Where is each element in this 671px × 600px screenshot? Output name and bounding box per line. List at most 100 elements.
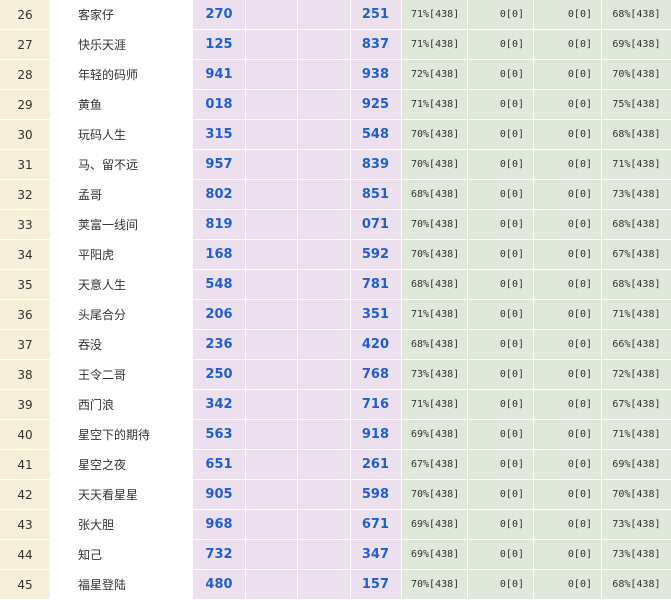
player-name-link[interactable]: 天意人生 <box>51 270 193 300</box>
hit-rate-cell-b: 73%[438] <box>602 180 671 210</box>
hit-rate-cell-b: 75%[438] <box>602 90 671 120</box>
player-name-link[interactable]: 荚富一线间 <box>51 210 193 240</box>
table-row: 30玩码人生31554870%[438]0[0]0[0]68%[438] <box>0 120 671 150</box>
number-cell-b: 592 <box>351 240 402 270</box>
hit-rate-cell-a: 70%[438] <box>402 480 468 510</box>
rank-cell: 33 <box>0 210 51 240</box>
table-row: 27快乐天涯12583771%[438]0[0]0[0]69%[438] <box>0 30 671 60</box>
player-name-link[interactable]: 张大胆 <box>51 510 193 540</box>
zero-count-cell-b: 0[0] <box>534 510 602 540</box>
player-name-link[interactable]: 平阳虎 <box>51 240 193 270</box>
hit-rate-cell-b: 71%[438] <box>602 300 671 330</box>
empty-cell <box>246 540 298 570</box>
player-name-link[interactable]: 王令二哥 <box>51 360 193 390</box>
hit-rate-cell-a: 73%[438] <box>402 360 468 390</box>
hit-rate-cell-b: 68%[438] <box>602 270 671 300</box>
empty-cell <box>298 390 351 420</box>
player-name-link[interactable]: 头尾合分 <box>51 300 193 330</box>
table-row: 32孟哥80285168%[438]0[0]0[0]73%[438] <box>0 180 671 210</box>
zero-count-cell-b: 0[0] <box>534 240 602 270</box>
hit-rate-cell-b: 68%[438] <box>602 0 671 30</box>
zero-count-cell-a: 0[0] <box>468 270 534 300</box>
hit-rate-cell-a: 68%[438] <box>402 330 468 360</box>
zero-count-cell-a: 0[0] <box>468 60 534 90</box>
number-cell-b: 938 <box>351 60 402 90</box>
table-row: 39西门浪34271671%[438]0[0]0[0]67%[438] <box>0 390 671 420</box>
number-cell-a: 563 <box>193 420 246 450</box>
rank-cell: 38 <box>0 360 51 390</box>
hit-rate-cell-b: 69%[438] <box>602 450 671 480</box>
table-row: 29黄鱼01892571%[438]0[0]0[0]75%[438] <box>0 90 671 120</box>
hit-rate-cell-a: 68%[438] <box>402 180 468 210</box>
empty-cell <box>246 270 298 300</box>
table-row: 37吞没23642068%[438]0[0]0[0]66%[438] <box>0 330 671 360</box>
player-name-link[interactable]: 黄鱼 <box>51 90 193 120</box>
number-cell-a: 819 <box>193 210 246 240</box>
empty-cell <box>246 90 298 120</box>
hit-rate-cell-a: 70%[438] <box>402 150 468 180</box>
player-name-link[interactable]: 星空下的期待 <box>51 420 193 450</box>
player-name-link[interactable]: 客家仔 <box>51 0 193 30</box>
number-cell-a: 206 <box>193 300 246 330</box>
number-cell-a: 018 <box>193 90 246 120</box>
ranking-table-body: 26客家仔27025171%[438]0[0]0[0]68%[438]27快乐天… <box>0 0 671 600</box>
hit-rate-cell-b: 67%[438] <box>602 240 671 270</box>
empty-cell <box>298 510 351 540</box>
zero-count-cell-a: 0[0] <box>468 210 534 240</box>
zero-count-cell-a: 0[0] <box>468 570 534 600</box>
player-name-link[interactable]: 福星登陆 <box>51 570 193 600</box>
player-name-link[interactable]: 吞没 <box>51 330 193 360</box>
table-row: 41星空之夜65126167%[438]0[0]0[0]69%[438] <box>0 450 671 480</box>
number-cell-a: 315 <box>193 120 246 150</box>
rank-cell: 41 <box>0 450 51 480</box>
rank-cell: 37 <box>0 330 51 360</box>
zero-count-cell-a: 0[0] <box>468 0 534 30</box>
player-name-link[interactable]: 天天看星星 <box>51 480 193 510</box>
number-cell-a: 548 <box>193 270 246 300</box>
zero-count-cell-b: 0[0] <box>534 420 602 450</box>
number-cell-b: 420 <box>351 330 402 360</box>
empty-cell <box>246 240 298 270</box>
hit-rate-cell-b: 68%[438] <box>602 120 671 150</box>
player-name-link[interactable]: 星空之夜 <box>51 450 193 480</box>
number-cell-a: 957 <box>193 150 246 180</box>
player-name-link[interactable]: 玩码人生 <box>51 120 193 150</box>
zero-count-cell-a: 0[0] <box>468 180 534 210</box>
table-row: 33荚富一线间81907170%[438]0[0]0[0]68%[438] <box>0 210 671 240</box>
number-cell-b: 157 <box>351 570 402 600</box>
hit-rate-cell-b: 71%[438] <box>602 420 671 450</box>
player-name-link[interactable]: 知己 <box>51 540 193 570</box>
number-cell-a: 732 <box>193 540 246 570</box>
zero-count-cell-b: 0[0] <box>534 570 602 600</box>
hit-rate-cell-a: 69%[438] <box>402 540 468 570</box>
rank-cell: 35 <box>0 270 51 300</box>
player-name-link[interactable]: 快乐天涯 <box>51 30 193 60</box>
zero-count-cell-b: 0[0] <box>534 480 602 510</box>
table-row: 42天天看星星90559870%[438]0[0]0[0]70%[438] <box>0 480 671 510</box>
zero-count-cell-b: 0[0] <box>534 210 602 240</box>
empty-cell <box>246 450 298 480</box>
empty-cell <box>246 360 298 390</box>
player-name-link[interactable]: 年轻的码师 <box>51 60 193 90</box>
empty-cell <box>298 120 351 150</box>
player-name-link[interactable]: 西门浪 <box>51 390 193 420</box>
zero-count-cell-a: 0[0] <box>468 330 534 360</box>
player-name-link[interactable]: 马、留不远 <box>51 150 193 180</box>
player-name-link[interactable]: 孟哥 <box>51 180 193 210</box>
number-cell-b: 837 <box>351 30 402 60</box>
zero-count-cell-b: 0[0] <box>534 0 602 30</box>
number-cell-a: 968 <box>193 510 246 540</box>
ranking-table: 26客家仔27025171%[438]0[0]0[0]68%[438]27快乐天… <box>0 0 671 600</box>
zero-count-cell-a: 0[0] <box>468 480 534 510</box>
zero-count-cell-a: 0[0] <box>468 300 534 330</box>
zero-count-cell-a: 0[0] <box>468 510 534 540</box>
empty-cell <box>246 390 298 420</box>
hit-rate-cell-b: 66%[438] <box>602 330 671 360</box>
number-cell-b: 347 <box>351 540 402 570</box>
table-row: 44知己73234769%[438]0[0]0[0]73%[438] <box>0 540 671 570</box>
empty-cell <box>246 510 298 540</box>
number-cell-a: 270 <box>193 0 246 30</box>
table-row: 43张大胆96867169%[438]0[0]0[0]73%[438] <box>0 510 671 540</box>
zero-count-cell-a: 0[0] <box>468 540 534 570</box>
rank-cell: 42 <box>0 480 51 510</box>
